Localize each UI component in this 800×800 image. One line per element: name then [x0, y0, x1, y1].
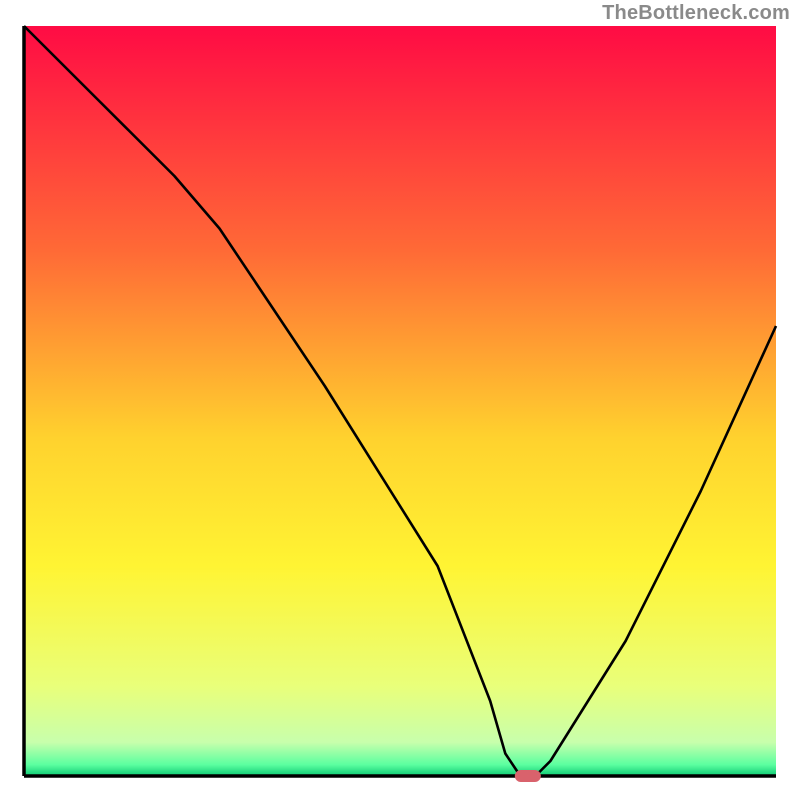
- chart-container: { "watermark": "TheBottleneck.com", "cha…: [0, 0, 800, 800]
- bottleneck-chart: [0, 0, 800, 800]
- watermark-text: TheBottleneck.com: [602, 2, 790, 25]
- optimal-marker: [515, 770, 541, 782]
